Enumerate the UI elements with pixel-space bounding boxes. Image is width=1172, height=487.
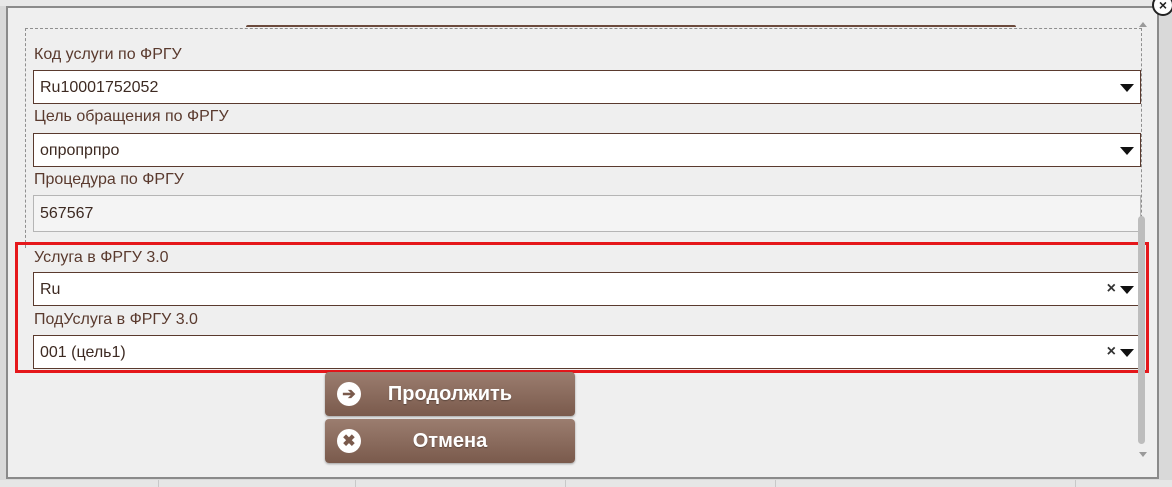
subservice-v3-label: ПодУслуга в ФРГУ 3.0	[34, 311, 198, 328]
clear-icon[interactable]: ×	[1107, 280, 1116, 298]
service-v3-label: Услуга в ФРГУ 3.0	[34, 249, 169, 266]
appeal-goal-select[interactable]: опропрпро	[33, 133, 1141, 167]
background-divider	[355, 480, 356, 487]
chevron-down-icon[interactable]	[1120, 286, 1134, 294]
service-v3-select[interactable]: Ru ×	[33, 272, 1141, 306]
scrollbar-thumb[interactable]	[1138, 216, 1145, 444]
modal-dialog: Код услуги по ФРГУ Ru10001752052 Цель об…	[6, 6, 1159, 479]
scrollbar[interactable]	[1135, 10, 1151, 462]
subservice-v3-value: 001 (цель1)	[40, 344, 126, 361]
clear-icon[interactable]: ×	[1107, 343, 1116, 361]
appeal-goal-label: Цель обращения по ФРГУ	[34, 108, 229, 125]
cancel-button-label: Отмена	[412, 430, 488, 452]
appeal-goal-value: опропрпро	[40, 142, 120, 159]
procedure-label: Процедура по ФРГУ	[34, 171, 184, 188]
service-code-value: Ru10001752052	[40, 79, 159, 96]
background-divider	[775, 480, 776, 487]
scroll-up-icon[interactable]	[1139, 22, 1147, 27]
subservice-v3-select[interactable]: 001 (цель1) ×	[33, 335, 1141, 369]
continue-button-label: Продолжить	[387, 383, 513, 405]
service-v3-value: Ru	[40, 281, 61, 298]
scroll-down-icon[interactable]	[1139, 452, 1147, 457]
chevron-down-icon[interactable]	[1120, 349, 1134, 357]
background-divider	[565, 480, 566, 487]
procedure-field: 567567	[33, 195, 1141, 232]
continue-button[interactable]: ➔ Продолжить	[325, 372, 575, 416]
background-divider	[1075, 480, 1076, 487]
background-page-bottom	[0, 480, 1172, 487]
service-code-select[interactable]: Ru10001752052	[33, 70, 1141, 104]
chevron-down-icon[interactable]	[1120, 147, 1134, 155]
background-divider	[158, 480, 159, 487]
fieldset-top-bar	[246, 25, 1016, 31]
procedure-value: 567567	[40, 205, 94, 222]
service-code-label: Код услуги по ФРГУ	[34, 46, 182, 63]
chevron-down-icon[interactable]	[1120, 84, 1134, 92]
cancel-button[interactable]: ✖ Отмена	[325, 419, 575, 463]
